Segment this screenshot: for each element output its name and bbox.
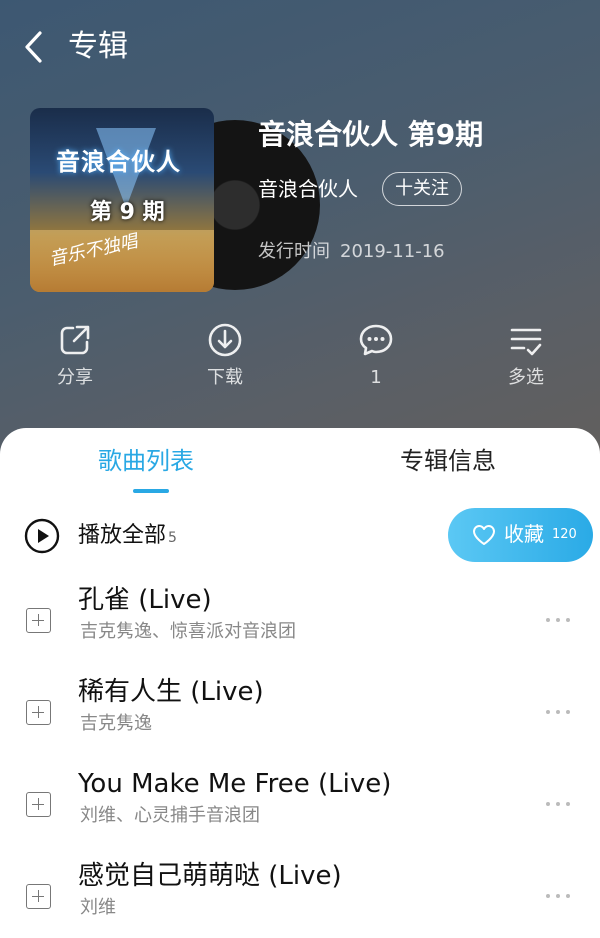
song-row[interactable]: 感觉自己萌萌哒 (Live) 刘维 xyxy=(0,856,600,938)
song-count: 5 xyxy=(168,530,177,546)
tab-song-list[interactable]: 歌曲列表 xyxy=(98,444,194,478)
collect-button[interactable]: 收藏 120 xyxy=(448,508,593,562)
comment-button[interactable]: 1 xyxy=(331,322,421,402)
multi-select-label: 多选 xyxy=(508,367,544,388)
song-row[interactable]: 孔雀 (Live) 吉克隽逸、惊喜派对音浪团 xyxy=(0,580,600,672)
more-options-icon[interactable] xyxy=(546,616,572,624)
song-artist: 刘维 xyxy=(80,897,116,918)
share-icon xyxy=(60,325,90,355)
cover-title-text: 音浪合伙人 xyxy=(56,148,181,176)
collect-count: 120 xyxy=(552,527,577,542)
release-date: 2019-11-16 xyxy=(340,241,445,262)
song-title: 感觉自己萌萌哒 (Live) xyxy=(78,861,342,891)
back-arrow-icon[interactable] xyxy=(22,30,46,64)
tab-album-info[interactable]: 专辑信息 xyxy=(400,444,496,478)
page-title: 专辑 xyxy=(68,29,128,64)
song-row[interactable]: 稀有人生 (Live) 吉克隽逸 xyxy=(0,672,600,764)
download-button[interactable]: 下载 xyxy=(180,322,270,402)
follow-button[interactable]: 十关注 xyxy=(382,172,462,206)
album-title: 音浪合伙人 第9期 xyxy=(258,118,484,151)
add-to-playlist-icon[interactable] xyxy=(26,792,51,817)
song-title: 孔雀 (Live) xyxy=(78,585,212,615)
song-artist: 刘维、心灵捕手音浪团 xyxy=(80,805,260,826)
play-all-button[interactable]: 播放全部 5 xyxy=(78,520,177,554)
artist-name[interactable]: 音浪合伙人 xyxy=(258,174,358,204)
release-info: 发行时间 2019-11-16 xyxy=(258,238,445,266)
more-options-icon[interactable] xyxy=(546,892,572,900)
song-artist: 吉克隽逸 xyxy=(80,713,152,734)
collect-label: 收藏 xyxy=(504,522,544,546)
comment-count: 1 xyxy=(370,367,382,388)
heart-icon xyxy=(473,525,495,545)
comment-icon xyxy=(359,324,393,356)
multi-select-button[interactable]: 多选 xyxy=(481,322,571,402)
multi-select-icon xyxy=(510,328,542,356)
release-label: 发行时间 xyxy=(258,241,330,262)
song-title: You Make Me Free (Live) xyxy=(78,769,392,799)
more-options-icon[interactable] xyxy=(546,800,572,808)
album-cover[interactable]: 音浪合伙人 第 9 期 音乐不独唱 xyxy=(30,108,214,292)
share-label: 分享 xyxy=(57,367,93,388)
share-button[interactable]: 分享 xyxy=(30,322,120,402)
play-all-label: 播放全部 xyxy=(78,523,167,548)
song-artist: 吉克隽逸、惊喜派对音浪团 xyxy=(80,621,296,642)
song-row[interactable]: You Make Me Free (Live) 刘维、心灵捕手音浪团 xyxy=(0,764,600,856)
play-all-icon[interactable] xyxy=(24,518,60,554)
add-to-playlist-icon[interactable] xyxy=(26,608,51,633)
cover-episode-text: 第 9 期 xyxy=(90,200,165,225)
add-to-playlist-icon[interactable] xyxy=(26,700,51,725)
add-to-playlist-icon[interactable] xyxy=(26,884,51,909)
download-icon xyxy=(208,323,242,357)
tab-indicator xyxy=(133,489,169,493)
song-title: 稀有人生 (Live) xyxy=(78,677,264,707)
more-options-icon[interactable] xyxy=(546,708,572,716)
download-label: 下载 xyxy=(207,367,243,388)
